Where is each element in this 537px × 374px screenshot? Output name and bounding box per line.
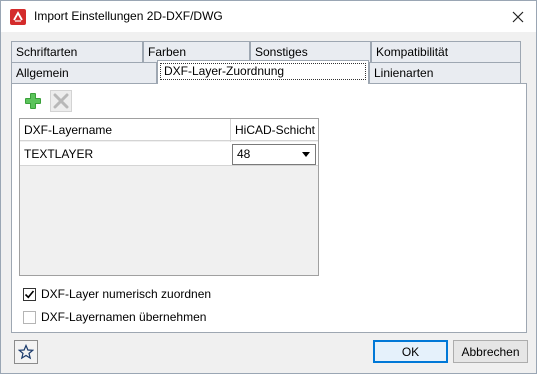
cancel-button[interactable]: Abbrechen: [453, 340, 528, 363]
table-row[interactable]: TEXTLAYER 48: [20, 142, 318, 166]
checkbox-adopt-layernames[interactable]: DXF-Layernamen übernehmen: [23, 309, 206, 325]
delete-x-icon: [53, 93, 69, 109]
window-title: Import Einstellungen 2D-DXF/DWG: [34, 9, 223, 23]
star-icon: [18, 344, 34, 360]
tab-dxf-layer-zuordnung[interactable]: DXF-Layer-Zuordnung: [157, 60, 369, 84]
checkbox-numeric-mapping[interactable]: DXF-Layer numerisch zuordnen: [23, 286, 211, 302]
hicad-schicht-combobox[interactable]: 48: [232, 144, 316, 165]
tab-schriftarten[interactable]: Schriftarten: [11, 41, 143, 62]
combobox-value: 48: [237, 147, 251, 161]
checkbox-names[interactable]: [23, 310, 36, 324]
tab-sonstiges[interactable]: Sonstiges: [250, 41, 371, 62]
column-header-hicad-schicht[interactable]: HiCAD-Schicht: [231, 119, 315, 141]
tab-panel-dxf-layer-zuordnung: DXF-Layername HiCAD-Schicht TEXTLAYER 48…: [11, 83, 527, 333]
tab-kompatibilitaet[interactable]: Kompatibilität: [371, 41, 521, 62]
dropdown-arrow-icon[interactable]: [302, 152, 310, 157]
checkbox-names-label: DXF-Layernamen übernehmen: [41, 310, 207, 324]
hicad-app-icon: [10, 9, 26, 25]
cell-dxf-layername: TEXTLAYER: [24, 147, 94, 161]
layer-mapping-grid: DXF-Layername HiCAD-Schicht TEXTLAYER 48: [19, 118, 319, 276]
checkbox-numeric-label: DXF-Layer numerisch zuordnen: [41, 287, 212, 301]
plus-icon: [25, 93, 41, 109]
close-button[interactable]: [503, 5, 533, 29]
checkbox-numeric[interactable]: [23, 287, 36, 301]
add-mapping-button[interactable]: [22, 90, 44, 112]
checkmark-icon: [24, 289, 35, 298]
column-header-dxf-layername[interactable]: DXF-Layername: [20, 119, 112, 141]
tab-linienarten[interactable]: Linienarten: [369, 62, 521, 83]
tab-farben[interactable]: Farben: [143, 41, 250, 62]
grid-header: DXF-Layername HiCAD-Schicht: [20, 119, 318, 141]
close-icon: [512, 11, 524, 23]
favorites-button[interactable]: [14, 340, 38, 364]
import-settings-dialog: Import Einstellungen 2D-DXF/DWG Schrifta…: [0, 0, 537, 374]
delete-mapping-button[interactable]: [50, 90, 72, 112]
title-bar: Import Einstellungen 2D-DXF/DWG: [1, 1, 536, 32]
tab-allgemein[interactable]: Allgemein: [11, 62, 157, 83]
ok-button[interactable]: OK: [373, 340, 448, 363]
